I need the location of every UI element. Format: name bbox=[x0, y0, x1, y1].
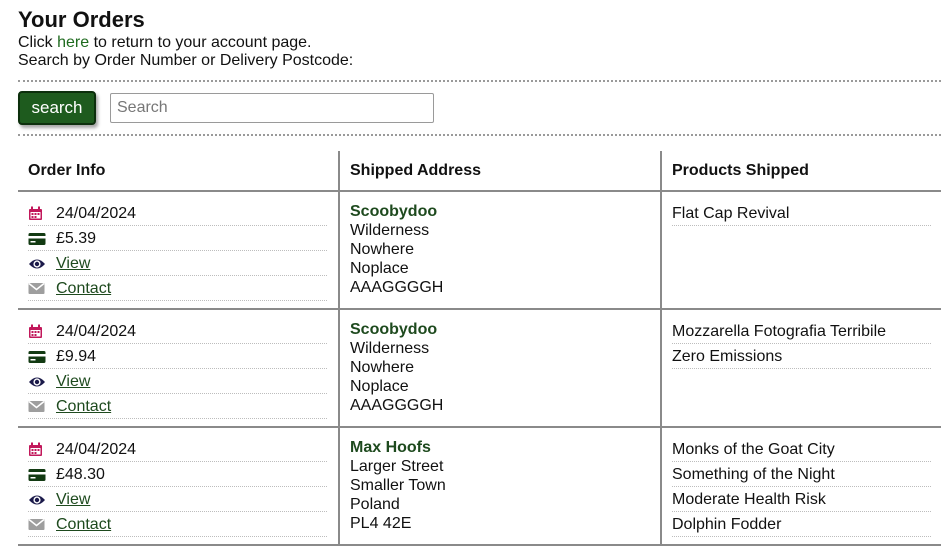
order-date-value: 24/04/2024 bbox=[56, 440, 137, 458]
products-cell: Mozzarella Fotografia Terribile Zero Emis… bbox=[660, 309, 941, 428]
address-line: Nowhere bbox=[350, 241, 415, 258]
product-item: Mozzarella Fotografia Terribile bbox=[672, 320, 931, 344]
order-view: View bbox=[28, 370, 327, 394]
shipped-address-cell: Scoobydoo Wilderness Nowhere Noplace AAAGGGG… bbox=[338, 191, 661, 310]
envelope-icon bbox=[28, 282, 56, 295]
return-prefix: Click bbox=[18, 34, 58, 51]
header-products-shipped: Products Shipped bbox=[660, 151, 941, 192]
order-info-cell: 24/04/2024 £5.39 View Contact bbox=[18, 191, 339, 310]
address-line: Nowhere bbox=[350, 359, 415, 376]
contact-link[interactable]: Contact bbox=[56, 280, 111, 298]
contact-link[interactable]: Contact bbox=[56, 516, 111, 534]
address-line: Noplace bbox=[350, 378, 409, 395]
credit-card-icon bbox=[28, 350, 56, 364]
calendar-icon bbox=[28, 324, 56, 339]
recipient-name: Max Hoofs bbox=[350, 439, 431, 456]
search-input[interactable] bbox=[110, 93, 434, 123]
address-line: Wilderness bbox=[350, 340, 430, 357]
shipped-address-cell: Scoobydoo Wilderness Nowhere Noplace AAAGGGG… bbox=[338, 309, 661, 428]
credit-card-icon bbox=[28, 468, 56, 482]
address-line: Smaller Town bbox=[350, 477, 446, 494]
order-row: 24/04/2024 £9.94 View Contact Scoobydoo Wilde… bbox=[18, 309, 941, 428]
address-line: AAAGGGGH bbox=[350, 279, 444, 296]
order-total-value: £9.94 bbox=[56, 347, 97, 365]
order-row: 24/04/2024 £5.39 View Contact Scoobydoo Wilde… bbox=[18, 191, 941, 310]
recipient-name: Scoobydoo bbox=[350, 321, 438, 338]
eye-icon bbox=[28, 493, 56, 507]
return-suffix: to return to your account page. bbox=[89, 34, 312, 51]
order-total: £48.30 bbox=[28, 463, 327, 487]
shipped-address-cell: Max Hoofs Larger Street Smaller Town Poland… bbox=[338, 427, 661, 546]
account-link[interactable]: here bbox=[57, 34, 89, 51]
order-date: 24/04/2024 bbox=[28, 438, 327, 462]
product-item: Something of the Night bbox=[672, 463, 931, 487]
view-order-link[interactable]: View bbox=[56, 255, 90, 273]
order-info-cell: 24/04/2024 £9.94 View Contact bbox=[18, 309, 339, 428]
divider-bottom bbox=[18, 134, 941, 136]
order-contact: Contact bbox=[28, 395, 327, 419]
order-view: View bbox=[28, 488, 327, 512]
search-button[interactable]: search bbox=[18, 91, 96, 125]
products-cell: Monks of the Goat City Something of the N… bbox=[660, 427, 941, 546]
address-line: PL4 42E bbox=[350, 515, 412, 532]
product-item: Monks of the Goat City bbox=[672, 438, 931, 462]
credit-card-icon bbox=[28, 232, 56, 246]
address-line: Noplace bbox=[350, 260, 409, 277]
return-line: Click here to return to your account pag… bbox=[18, 34, 941, 52]
order-view: View bbox=[28, 252, 327, 276]
order-info-cell: 24/04/2024 £48.30 View Contact bbox=[18, 427, 339, 546]
envelope-icon bbox=[28, 400, 56, 413]
view-order-link[interactable]: View bbox=[56, 491, 90, 509]
address-line: Wilderness bbox=[350, 222, 430, 239]
order-total: £9.94 bbox=[28, 345, 327, 369]
calendar-icon bbox=[28, 442, 56, 457]
product-item: Moderate Health Risk bbox=[672, 488, 931, 512]
order-date: 24/04/2024 bbox=[28, 202, 327, 226]
order-total: £5.39 bbox=[28, 227, 327, 251]
order-row: 24/04/2024 £48.30 View Contact Max Hoofs Larg… bbox=[18, 427, 941, 546]
order-total-value: £5.39 bbox=[56, 229, 97, 247]
orders-page: Your Orders Click here to return to your… bbox=[18, 6, 941, 546]
product-item: Dolphin Fodder bbox=[672, 513, 931, 537]
order-date: 24/04/2024 bbox=[28, 320, 327, 344]
eye-icon bbox=[28, 375, 56, 389]
order-contact: Contact bbox=[28, 513, 327, 537]
order-date-value: 24/04/2024 bbox=[56, 204, 137, 222]
calendar-icon bbox=[28, 206, 56, 221]
address-line: AAAGGGGH bbox=[350, 397, 444, 414]
table-header-row: Order Info Shipped Address Products Ship… bbox=[18, 151, 941, 192]
orders-table: Order Info Shipped Address Products Ship… bbox=[18, 151, 941, 546]
order-total-value: £48.30 bbox=[56, 465, 105, 483]
envelope-icon bbox=[28, 518, 56, 531]
address-line: Larger Street bbox=[350, 458, 444, 475]
order-date-value: 24/04/2024 bbox=[56, 322, 137, 340]
address-line: Poland bbox=[350, 496, 400, 513]
view-order-link[interactable]: View bbox=[56, 373, 90, 391]
product-item: Flat Cap Revival bbox=[672, 202, 931, 226]
recipient-name: Scoobydoo bbox=[350, 203, 438, 220]
contact-link[interactable]: Contact bbox=[56, 398, 111, 416]
product-item: Zero Emissions bbox=[672, 345, 931, 369]
eye-icon bbox=[28, 257, 56, 271]
header-order-info: Order Info bbox=[18, 151, 339, 192]
search-hint: Search by Order Number or Delivery Postc… bbox=[18, 52, 354, 69]
order-contact: Contact bbox=[28, 277, 327, 301]
header-shipped-address: Shipped Address bbox=[338, 151, 661, 192]
search-row: search bbox=[18, 82, 941, 134]
page-title: Your Orders bbox=[18, 7, 145, 32]
products-cell: Flat Cap Revival bbox=[660, 191, 941, 310]
